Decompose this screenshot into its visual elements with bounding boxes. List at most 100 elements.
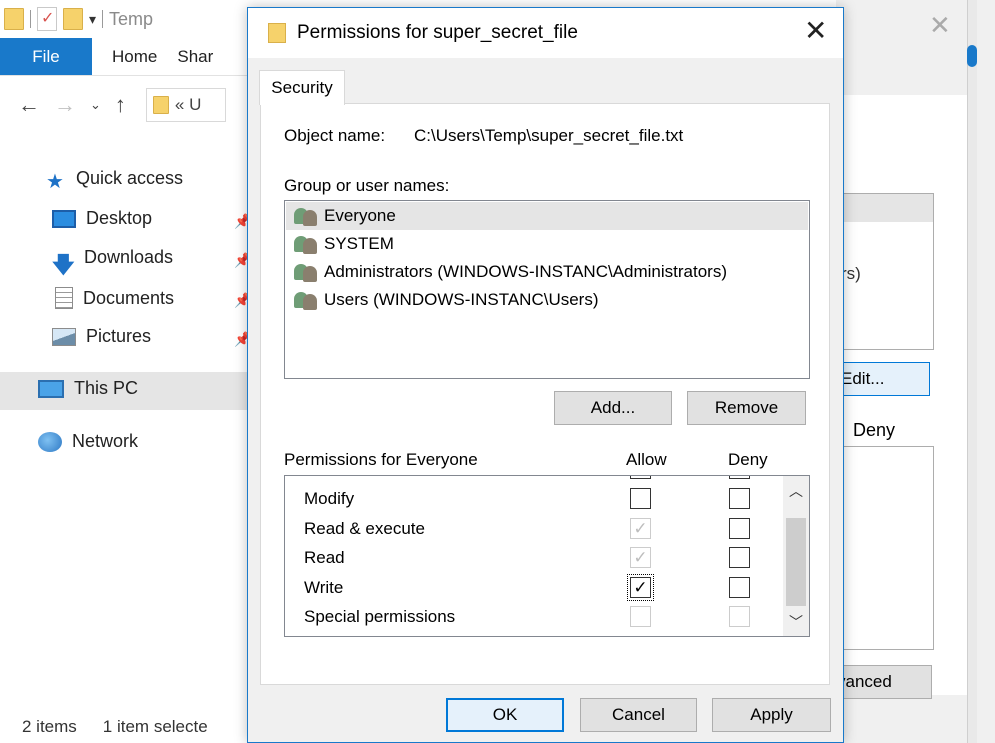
network-icon [38,431,62,452]
nav-label: Quick access [76,168,184,188]
deny-checkbox[interactable] [729,476,750,479]
nav-pictures[interactable]: Pictures [52,326,151,347]
desktop-scrollbar[interactable] [967,0,977,743]
nav-quick-access[interactable]: ★ Quick access [44,168,184,193]
download-arrow-icon: 🡇 [52,251,75,277]
cancel-button[interactable]: Cancel [580,698,697,732]
allow-read-execute-checkbox[interactable]: ✓ [630,518,651,539]
user-row-everyone[interactable]: Everyone [286,202,808,230]
deny-read-execute-checkbox[interactable] [729,518,750,539]
nav-label: Desktop [86,208,153,228]
folder-icon [268,23,286,43]
permissions-scrollbar[interactable]: ︿ ﹀ [783,476,809,636]
deny-header: Deny [853,420,896,440]
user-row-system[interactable]: SYSTEM [286,230,808,258]
nav-downloads[interactable]: 🡇 Downloads [52,247,174,277]
up-arrow-icon[interactable]: ↑ [115,92,126,118]
new-folder-icon[interactable] [63,8,83,30]
permissions-label: Permissions for Everyone [284,450,478,469]
folder-icon [152,96,169,114]
nav-label: Downloads [84,247,174,267]
permission-name: Read [304,548,345,567]
object-name-value: C:\Users\Temp\super_secret_file.txt [414,126,684,145]
permission-row-write: Write ✓ [285,573,780,603]
recent-locations-chevron-icon[interactable]: ⌄ [90,97,101,113]
separator [102,10,104,28]
apply-button[interactable]: Apply [712,698,831,732]
tab-security[interactable]: Security [259,70,345,105]
allow-column-header: Allow [626,450,667,469]
nav-label: This PC [74,378,139,398]
users-group-icon [294,206,318,226]
window-title: Temp [109,8,154,29]
file-properties-window: ✕ rs) Edit... Deny vanced [826,0,995,743]
permission-name: Read & execute [304,519,425,538]
scroll-thumb[interactable] [786,518,806,606]
dialog-title: Permissions for super_secret_file [297,22,578,43]
back-arrow-icon[interactable]: ← [18,92,40,118]
close-icon[interactable]: ✕ [929,10,951,41]
ok-button[interactable]: OK [446,698,564,732]
properties-user-list[interactable]: rs) [836,193,934,350]
nav-documents[interactable]: Documents [55,287,174,309]
dialog-titlebar[interactable]: Permissions for super_secret_file ✕ [248,8,843,58]
deny-special-checkbox[interactable] [729,606,750,627]
permissions-list[interactable]: Modify Read & execute ✓ Read ✓ Write ✓ S… [284,475,810,637]
selection-count: 1 item selecte [102,717,208,736]
users-group-icon [294,262,318,282]
user-row-users[interactable]: Users (WINDOWS-INSTANC\Users) [286,286,808,314]
navigation-bar: ← → ⌄ ↑ « U [0,84,250,126]
home-tab[interactable]: Home [92,38,177,75]
quick-access-toolbar: ▾ Temp [0,0,250,38]
permissions-dialog: Permissions for super_secret_file ✕ Secu… [247,7,844,743]
allow-special-checkbox[interactable] [630,606,651,627]
allow-checkbox[interactable] [630,476,651,479]
pictures-icon [52,327,76,346]
share-tab[interactable]: Shar [177,38,233,75]
deny-column-header: Deny [728,450,768,469]
separator [30,10,31,28]
properties-permission-list [836,446,934,650]
users-group-icon [294,234,318,254]
scroll-down-chevron-icon[interactable]: ﹀ [783,608,809,636]
nav-this-pc[interactable]: This PC [38,378,138,399]
permission-row-modify: Modify [285,484,780,514]
file-tab[interactable]: File [0,38,92,75]
users-group-icon [294,290,318,310]
close-icon[interactable]: ✕ [804,16,827,46]
properties-icon[interactable] [37,7,57,31]
group-user-names-label: Group or user names: [284,176,450,195]
nav-label: Documents [83,287,175,308]
deny-write-checkbox[interactable] [729,577,750,598]
item-count: 2 items [22,717,77,736]
deny-read-checkbox[interactable] [729,547,750,568]
nav-desktop[interactable]: Desktop [52,208,152,229]
user-name: Users (WINDOWS-INSTANC\Users) [324,290,599,309]
add-button[interactable]: Add... [554,391,672,425]
permission-row-read-execute: Read & execute ✓ [285,514,780,544]
user-row-administrators[interactable]: Administrators (WINDOWS-INSTANC\Administ… [286,258,808,286]
scroll-indicator [967,45,977,67]
remove-button[interactable]: Remove [687,391,806,425]
scroll-up-chevron-icon[interactable]: ︿ [783,476,809,506]
star-icon: ★ [46,170,64,193]
permission-name: Special permissions [304,607,456,626]
user-list[interactable]: Everyone SYSTEM Administrators (WINDOWS-… [284,200,810,379]
permission-row-clipped [285,476,780,484]
address-bar[interactable]: « U [145,88,226,122]
forward-arrow-icon[interactable]: → [54,92,76,118]
nav-network[interactable]: Network [38,431,138,452]
allow-modify-checkbox[interactable] [630,488,651,509]
user-name: Administrators (WINDOWS-INSTANC\Administ… [324,262,727,281]
nav-label: Network [72,431,139,451]
computer-icon [38,379,64,398]
deny-modify-checkbox[interactable] [729,488,750,509]
customize-dropdown-icon[interactable]: ▾ [89,11,96,28]
permission-row-special: Special permissions [285,602,780,632]
object-name-label: Object name: [284,126,386,145]
folder-icon[interactable] [4,8,24,30]
status-bar: 2 items 1 item selecte [0,712,250,742]
allow-write-checkbox[interactable]: ✓ [627,574,654,601]
allow-read-checkbox[interactable]: ✓ [630,547,651,568]
permission-name: Modify [304,489,355,508]
